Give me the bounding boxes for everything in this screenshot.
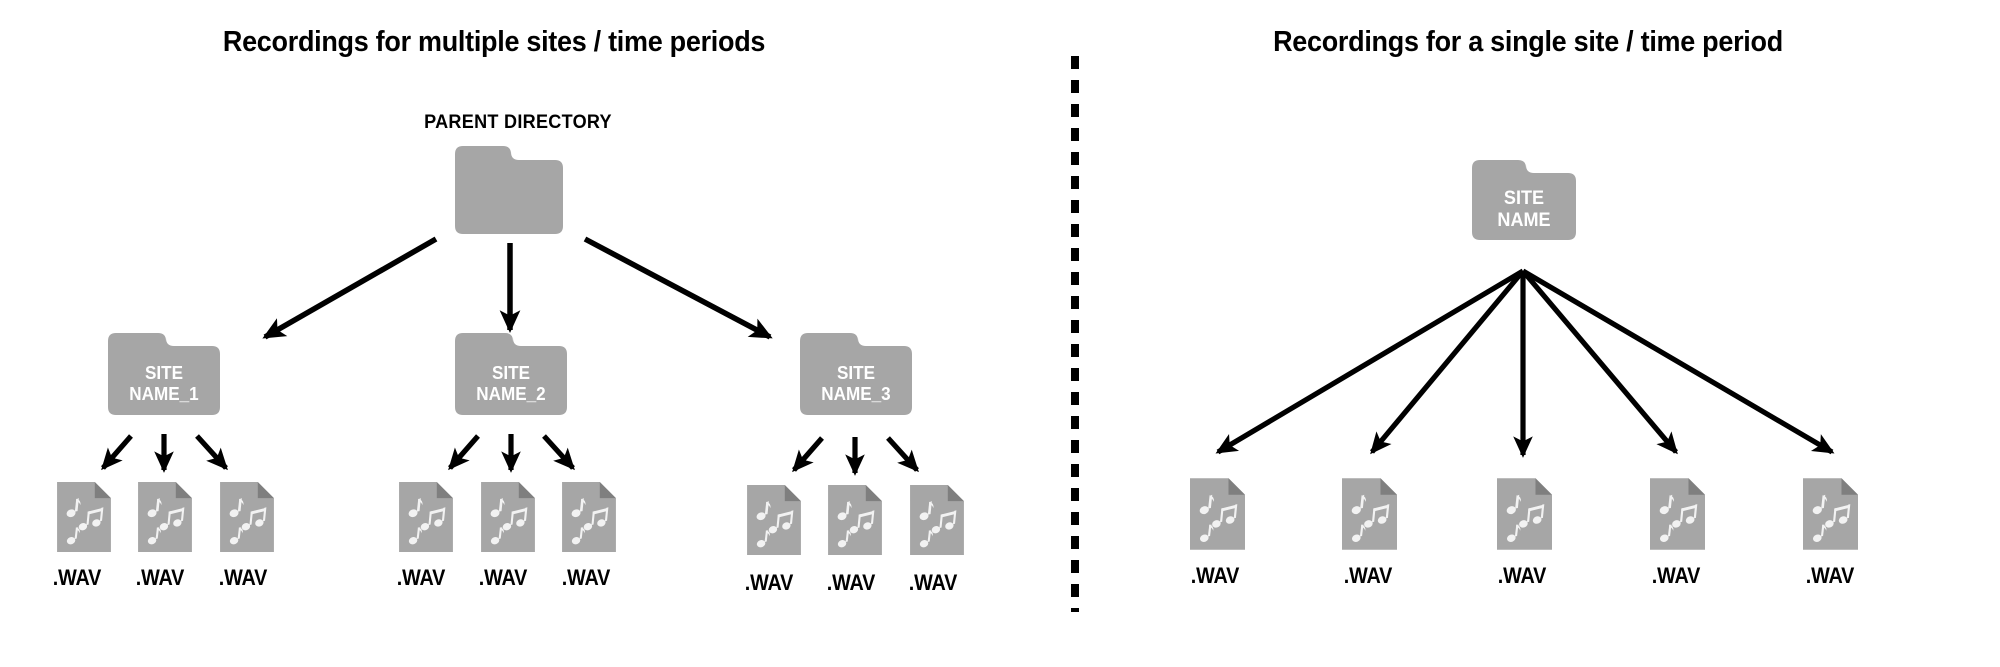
wav-file-shape <box>1803 478 1858 550</box>
wav-label-single-4: .WAV <box>1651 563 1701 588</box>
wav-file-icon[interactable] <box>1803 478 1858 550</box>
wav-file-icon[interactable] <box>562 482 616 552</box>
arrow-icon <box>1521 268 1835 455</box>
arrow-icon <box>583 236 773 340</box>
wav-file-shape <box>399 482 453 552</box>
arrow-group <box>101 236 1835 476</box>
site-name-folder[interactable]: SITE NAME <box>1472 160 1576 240</box>
wav-label-single-2: .WAV <box>1343 563 1393 588</box>
wav-label-single-5: .WAV <box>1805 563 1855 588</box>
arrow-icon <box>1215 268 1525 455</box>
wav-file-shape <box>562 482 616 552</box>
folder-label: SITE NAME_1 <box>129 363 199 404</box>
arrow-icon <box>792 436 824 473</box>
panel-title-single: Recordings for a single site / time peri… <box>1273 26 1783 58</box>
wav-file-shape <box>910 485 964 555</box>
folder-label: SITE NAME <box>1497 188 1551 231</box>
wav-label-2-2: .WAV <box>478 565 528 590</box>
wav-file-shape <box>747 485 801 555</box>
parent-directory-folder[interactable] <box>455 146 563 234</box>
wav-file-shape <box>57 482 111 552</box>
site-folder-3[interactable]: SITE NAME_3 <box>800 333 912 415</box>
wav-label-2-1: .WAV <box>396 565 446 590</box>
wav-label-3-2: .WAV <box>826 570 876 595</box>
wav-label-3-1: .WAV <box>744 570 794 595</box>
wav-label-1-1: .WAV <box>52 565 102 590</box>
wav-file-icon[interactable] <box>1650 478 1705 550</box>
wav-label-1-3: .WAV <box>218 565 268 590</box>
wav-label-single-1: .WAV <box>1190 563 1240 588</box>
parent-directory-caption: PARENT DIRECTORY <box>424 112 612 133</box>
arrow-icon <box>101 434 133 471</box>
wav-file-icon[interactable] <box>1190 478 1245 550</box>
wav-file-icon[interactable] <box>747 485 801 555</box>
arrow-icon <box>1521 269 1678 455</box>
arrow-icon <box>195 434 228 471</box>
wav-file-icon[interactable] <box>481 482 535 552</box>
wav-file-shape <box>481 482 535 552</box>
wav-file-shape <box>1190 478 1245 550</box>
wav-file-shape <box>1650 478 1705 550</box>
wav-label-single-3: .WAV <box>1497 563 1547 588</box>
wav-file-shape <box>1497 478 1552 550</box>
wav-file-icon[interactable] <box>138 482 192 552</box>
wav-label-2-3: .WAV <box>561 565 611 590</box>
wav-file-shape <box>138 482 192 552</box>
wav-file-icon[interactable] <box>399 482 453 552</box>
folder-label: SITE NAME_2 <box>476 363 546 404</box>
wav-file-icon[interactable] <box>828 485 882 555</box>
wav-file-icon[interactable] <box>1497 478 1552 550</box>
wav-file-icon[interactable] <box>57 482 111 552</box>
wav-file-icon[interactable] <box>220 482 274 552</box>
arrow-icon <box>448 434 480 471</box>
wav-file-icon[interactable] <box>910 485 964 555</box>
folder-icon <box>455 146 563 234</box>
arrow-icon <box>542 434 575 471</box>
wav-label-1-2: .WAV <box>135 565 185 590</box>
arrow-icon <box>1370 269 1525 455</box>
panel-title-multiple: Recordings for multiple sites / time per… <box>222 26 766 58</box>
diagram-canvas: Recordings for multiple sites / time per… <box>0 0 2000 667</box>
arrow-icon <box>886 436 919 473</box>
site-folder-1[interactable]: SITE NAME_1 <box>108 333 220 415</box>
wav-file-shape <box>220 482 274 552</box>
wav-file-shape <box>828 485 882 555</box>
wav-label-3-3: .WAV <box>908 570 958 595</box>
wav-file-icon[interactable] <box>1342 478 1397 550</box>
wav-file-shape <box>1342 478 1397 550</box>
folder-label: SITE NAME_3 <box>821 363 891 404</box>
arrow-icon <box>262 236 438 340</box>
site-folder-2[interactable]: SITE NAME_2 <box>455 333 567 415</box>
